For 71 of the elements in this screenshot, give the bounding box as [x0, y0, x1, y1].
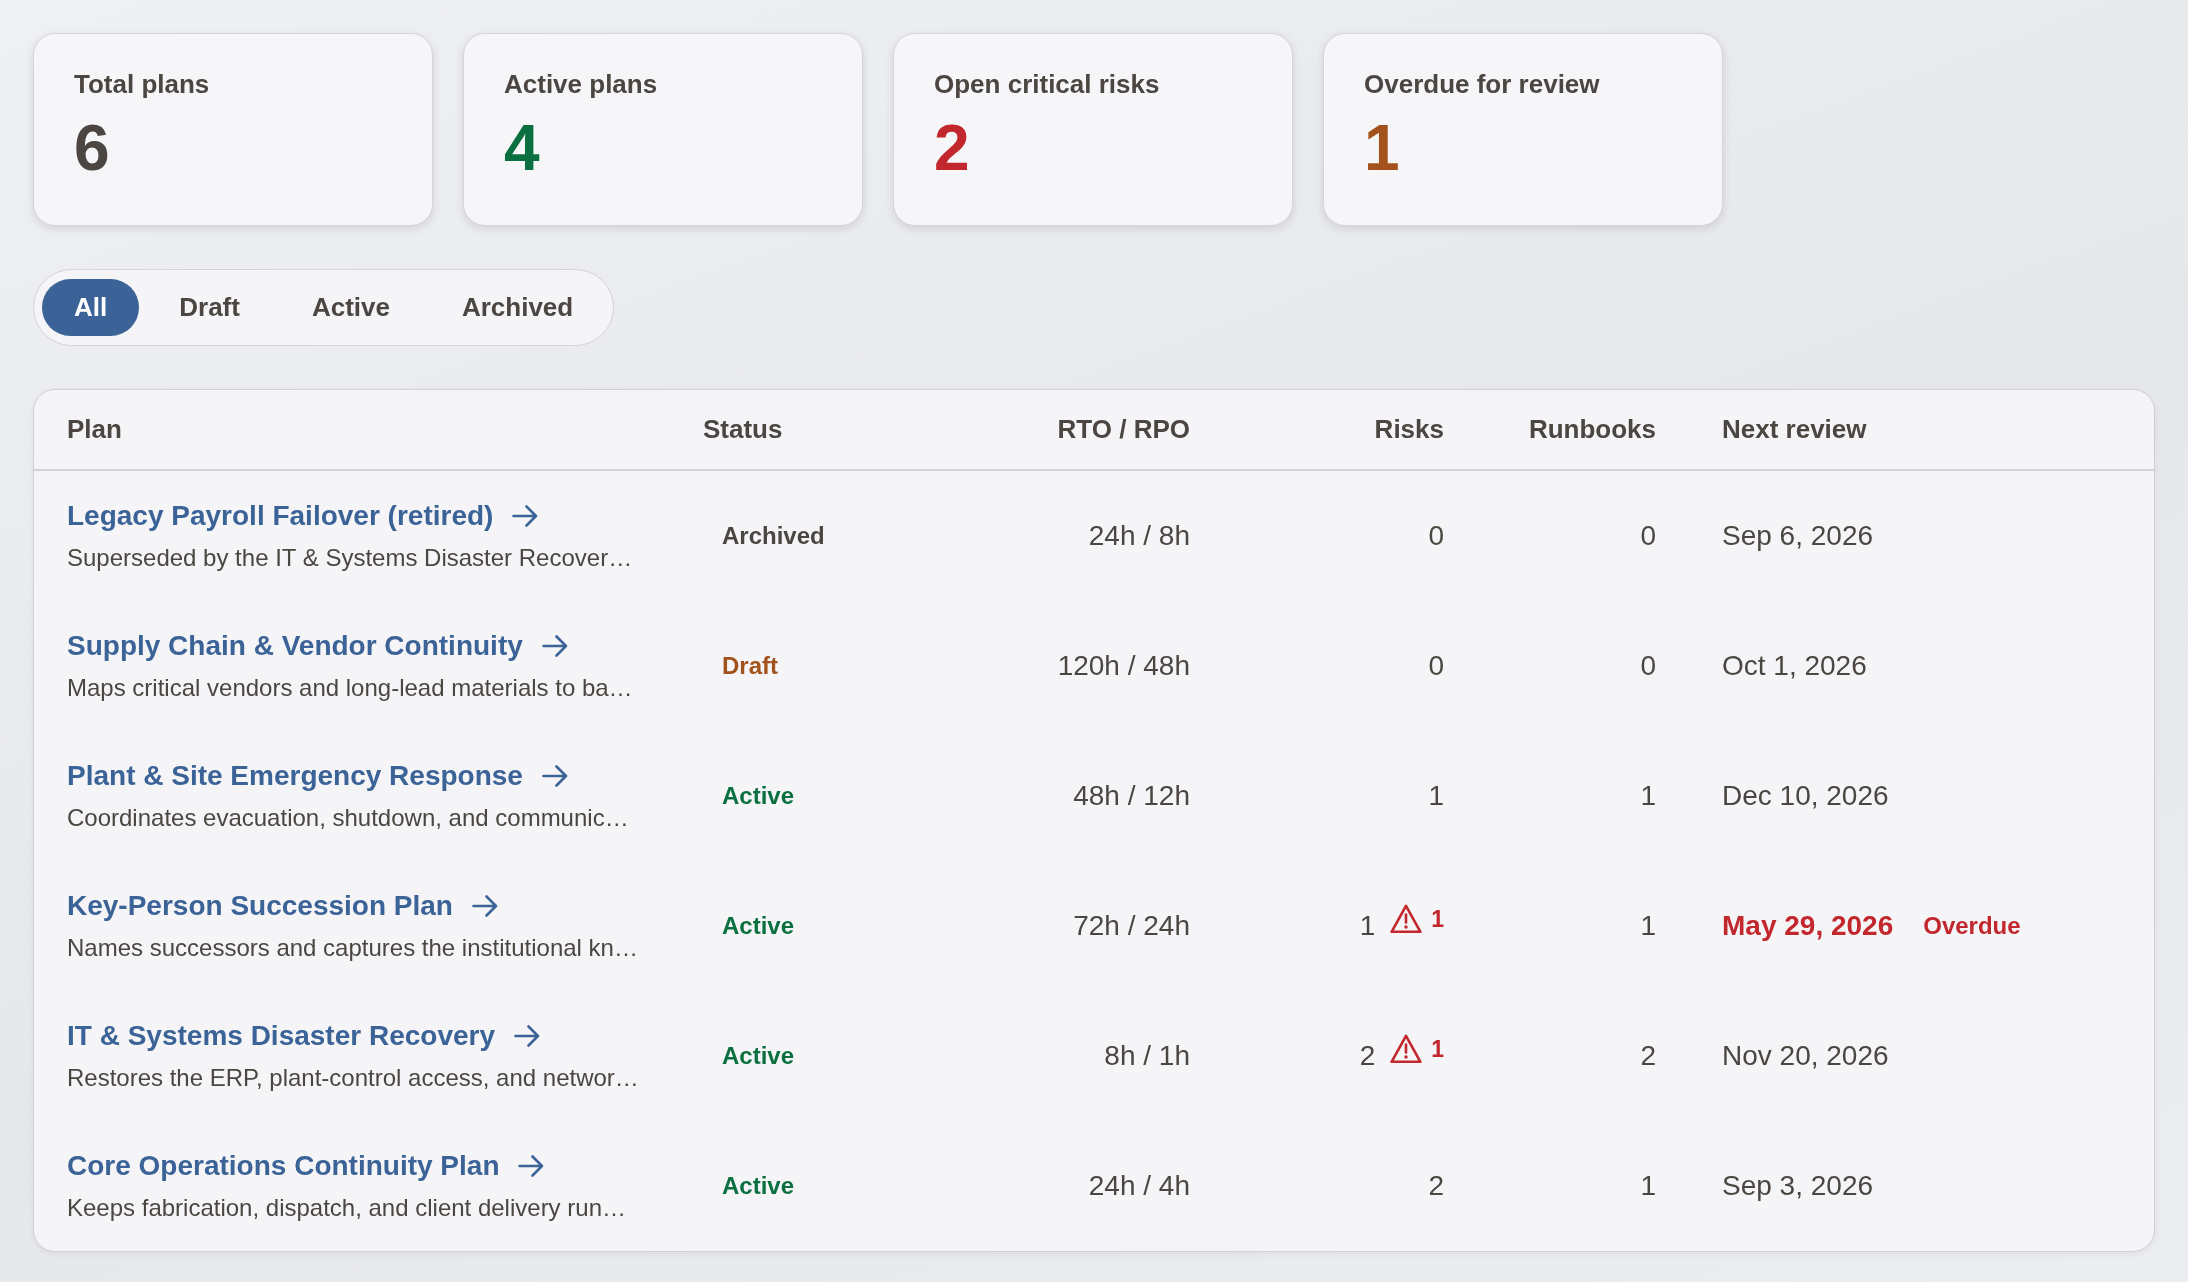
column-header: Runbooks	[1528, 414, 1656, 445]
arrow-right-icon	[514, 1025, 540, 1047]
runbook-count: 1	[1640, 910, 1656, 942]
stat-label: Open critical risks	[934, 69, 1160, 99]
plan-description: Names successors and captures the institutional kn…	[67, 933, 639, 963]
plan-description: Keeps fabrication, dispatch, and client delivery run…	[67, 1193, 627, 1223]
arrow-right-icon	[512, 505, 539, 527]
rto-rpo-value: 120h / 48h	[1057, 650, 1190, 682]
runbook-count: 0	[1640, 520, 1656, 552]
runbook-count: 0	[1640, 650, 1656, 682]
stat-label: Total plans	[74, 69, 210, 99]
risk-count: 2	[1428, 1170, 1444, 1202]
warning-icon	[1390, 904, 1423, 934]
review-date: Sep 3, 2026	[1722, 1170, 1874, 1202]
column-header: Status	[703, 414, 783, 445]
stat-label: Overdue for review	[1364, 69, 1600, 99]
column-header: Next review	[1722, 414, 1867, 445]
arrow-right-icon	[541, 635, 568, 657]
review-date: Dec 10, 2026	[1722, 780, 1889, 812]
arrow-right-icon	[541, 765, 568, 787]
plan-link[interactable]: Plant & Site Emergency Response	[67, 759, 523, 793]
status-label: Archived	[722, 522, 825, 550]
review-date: Sep 6, 2026	[1722, 520, 1874, 552]
arrow-right-icon	[471, 895, 498, 917]
status-label: Active	[722, 1172, 795, 1200]
status-label: Active	[722, 782, 795, 810]
review-date: Oct 1, 2026	[1722, 650, 1867, 682]
plan-description: Superseded by the IT & Systems Disaster Recover…	[67, 543, 634, 573]
filter-tab[interactable]: Draft	[147, 279, 272, 336]
rto-rpo-value: 24h / 8h	[1088, 520, 1190, 552]
rto-rpo-value: 24h / 4h	[1088, 1170, 1190, 1202]
review-date: Nov 20, 2026	[1722, 1040, 1889, 1072]
overdue-label: Overdue	[1923, 912, 2021, 940]
runbook-count: 1	[1640, 780, 1656, 812]
runbook-count: 1	[1640, 1170, 1656, 1202]
critical-risk-count: 1	[1431, 1035, 1444, 1063]
plan-link[interactable]: Legacy Payroll Failover (retired)	[67, 499, 494, 533]
rto-rpo-value: 72h / 24h	[1073, 910, 1190, 942]
column-header: RTO / RPO	[1057, 414, 1190, 445]
filter-tab[interactable]: All	[42, 279, 140, 336]
rto-rpo-value: 8h / 1h	[1104, 1040, 1190, 1072]
plan-description: Maps critical vendors and long-lead materials to ba…	[67, 673, 634, 703]
stat-value: 1	[1364, 113, 1400, 183]
stat-value: 4	[504, 113, 540, 183]
status-label: Active	[722, 912, 795, 940]
filter-tab[interactable]: Archived	[429, 279, 606, 336]
stat-value: 2	[934, 113, 970, 183]
risk-count: 1	[1359, 910, 1376, 942]
status-label: Draft	[722, 652, 778, 680]
plan-link[interactable]: Key-Person Succession Plan	[67, 889, 453, 923]
column-header: Plan	[67, 414, 122, 445]
plan-description: Restores the ERP, plant-control access, and networ…	[67, 1063, 640, 1093]
runbook-count: 2	[1640, 1040, 1656, 1072]
stat-label: Active plans	[504, 69, 658, 99]
column-header: Risks	[1374, 414, 1444, 445]
review-date: May 29, 2026	[1722, 910, 1894, 942]
risk-count: 0	[1428, 520, 1444, 552]
risk-count: 1	[1428, 780, 1444, 812]
plan-description: Coordinates evacuation, shutdown, and communic…	[67, 803, 630, 833]
status-label: Active	[722, 1042, 795, 1070]
risk-count: 2	[1359, 1040, 1376, 1072]
stat-value: 6	[74, 113, 110, 183]
warning-icon	[1390, 1034, 1423, 1064]
filter-tab[interactable]: Active	[279, 279, 422, 336]
critical-risk-count: 1	[1431, 905, 1444, 933]
plan-link[interactable]: IT & Systems Disaster Recovery	[67, 1019, 495, 1053]
risk-count: 0	[1428, 650, 1444, 682]
rto-rpo-value: 48h / 12h	[1073, 780, 1190, 812]
arrow-right-icon	[518, 1155, 545, 1177]
plan-link[interactable]: Supply Chain & Vendor Continuity	[67, 629, 523, 663]
plan-link[interactable]: Core Operations Continuity Plan	[67, 1149, 500, 1183]
